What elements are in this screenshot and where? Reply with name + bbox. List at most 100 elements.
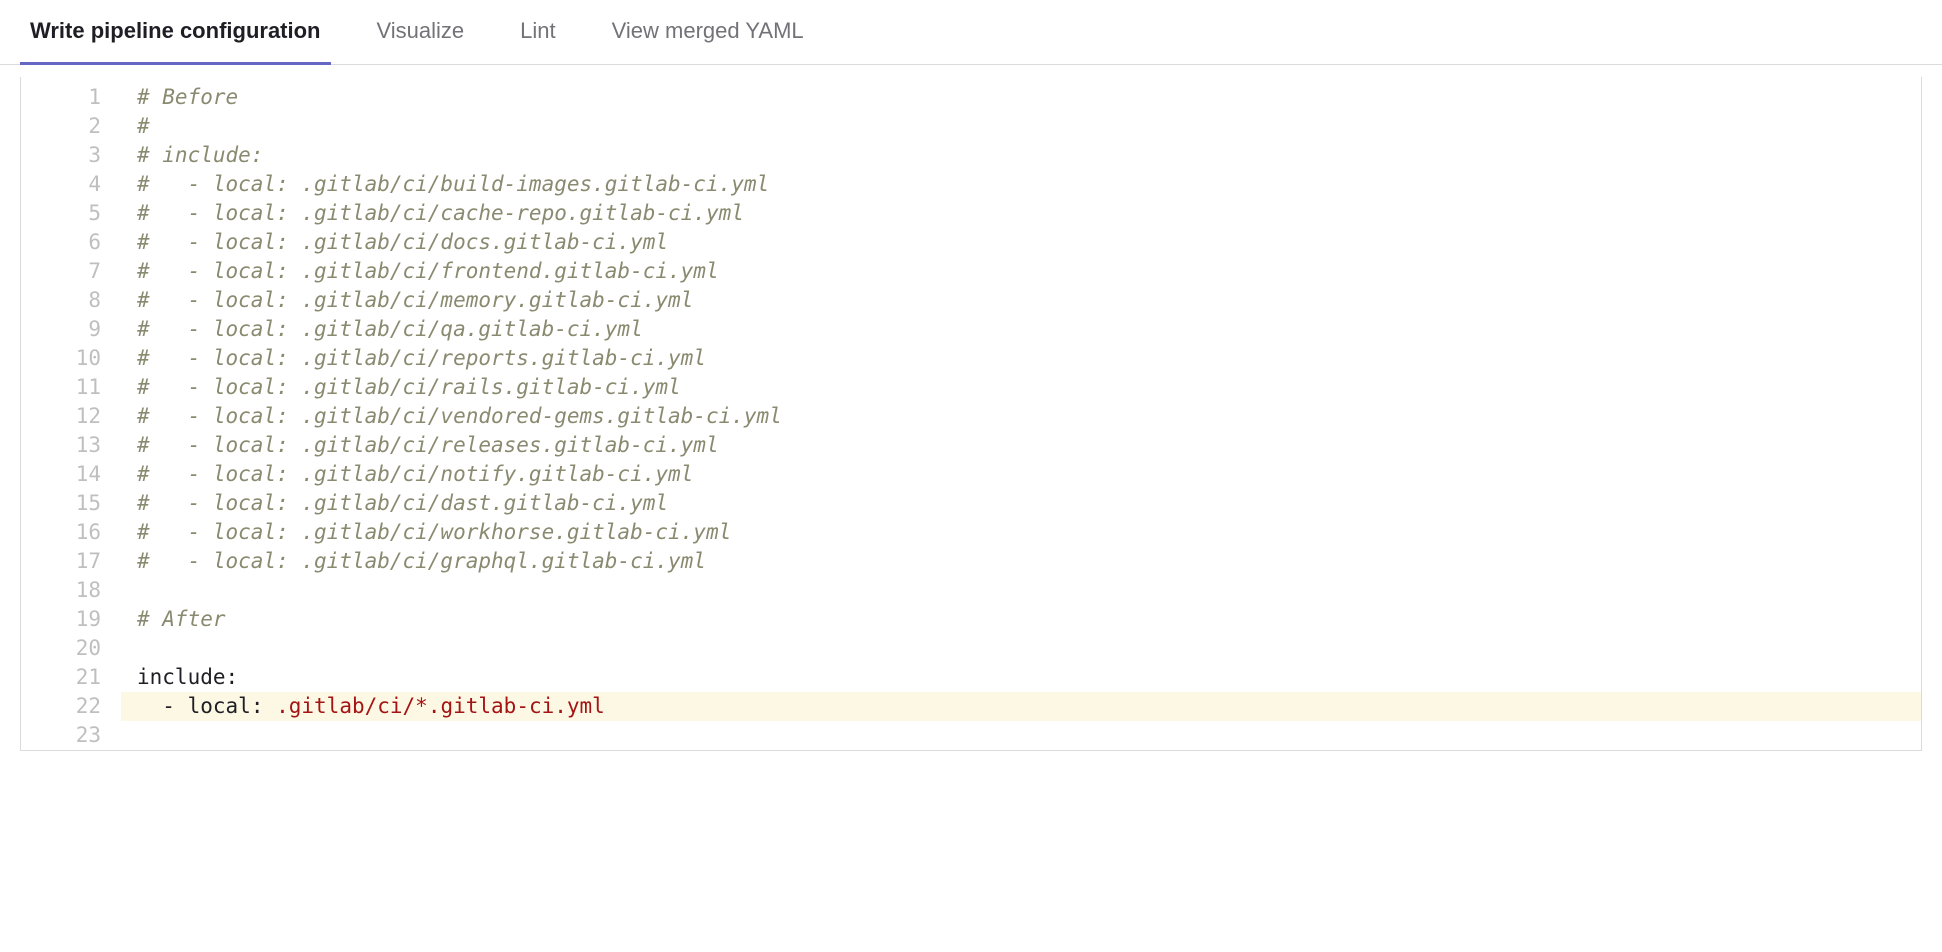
- line-number: 8: [21, 286, 121, 315]
- line-number: 9: [21, 315, 121, 344]
- tab-write-pipeline-configuration[interactable]: Write pipeline configuration: [20, 0, 331, 65]
- code-token: # - local: .gitlab/ci/rails.gitlab-ci.ym…: [137, 375, 681, 399]
- line-number: 11: [21, 373, 121, 402]
- code-line[interactable]: 13 # - local: .gitlab/ci/releases.gitlab-…: [21, 431, 1921, 460]
- line-content[interactable]: # - local: .gitlab/ci/memory.gitlab-ci.y…: [121, 286, 1921, 315]
- code-token: :: [251, 694, 276, 718]
- code-line[interactable]: 12 # - local: .gitlab/ci/vendored-gems.gi…: [21, 402, 1921, 431]
- code-token: #: [137, 114, 150, 138]
- line-number: 13: [21, 431, 121, 460]
- code-token: -: [162, 694, 187, 718]
- code-token: # - local: .gitlab/ci/graphql.gitlab-ci.…: [137, 549, 706, 573]
- code-editor[interactable]: 1# Before2#3# include:4# - local: .gitla…: [20, 77, 1922, 751]
- code-token: # - local: .gitlab/ci/cache-repo.gitlab-…: [137, 201, 744, 225]
- tab-visualize[interactable]: Visualize: [367, 0, 475, 65]
- line-number: 3: [21, 141, 121, 170]
- code-line[interactable]: 14 # - local: .gitlab/ci/notify.gitlab-ci…: [21, 460, 1921, 489]
- code-token: # - local: .gitlab/ci/qa.gitlab-ci.yml: [137, 317, 643, 341]
- line-number: 22: [21, 692, 121, 721]
- code-token: # After: [137, 607, 226, 631]
- line-content[interactable]: # After: [121, 605, 1921, 634]
- code-line[interactable]: 2#: [21, 112, 1921, 141]
- code-line[interactable]: 4 # - local: .gitlab/ci/build-images.gitl…: [21, 170, 1921, 199]
- code-token: :: [226, 665, 239, 689]
- line-number: 20: [21, 634, 121, 663]
- code-token: # - local: .gitlab/ci/dast.gitlab-ci.yml: [137, 491, 668, 515]
- editor-tabs: Write pipeline configuration Visualize Lin…: [0, 0, 1942, 65]
- line-number: 14: [21, 460, 121, 489]
- line-content[interactable]: include:: [121, 663, 1921, 692]
- line-content[interactable]: [121, 634, 1921, 663]
- code-token: # - local: .gitlab/ci/reports.gitlab-ci.…: [137, 346, 706, 370]
- line-number: 4: [21, 170, 121, 199]
- code-token: .gitlab/ci/*.gitlab-ci.yml: [276, 694, 605, 718]
- code-token: # - local: .gitlab/ci/vendored-gems.gitl…: [137, 404, 782, 428]
- line-content[interactable]: #: [121, 112, 1921, 141]
- code-token: # Before: [137, 85, 238, 109]
- code-token: # - local: .gitlab/ci/notify.gitlab-ci.y…: [137, 462, 693, 486]
- line-number: 7: [21, 257, 121, 286]
- line-content[interactable]: # - local: .gitlab/ci/graphql.gitlab-ci.…: [121, 547, 1921, 576]
- code-token: # - local: .gitlab/ci/releases.gitlab-ci…: [137, 433, 719, 457]
- tab-lint[interactable]: Lint: [510, 0, 565, 65]
- line-number: 6: [21, 228, 121, 257]
- line-content[interactable]: # - local: .gitlab/ci/cache-repo.gitlab-…: [121, 199, 1921, 228]
- line-content[interactable]: - local: .gitlab/ci/*.gitlab-ci.yml: [121, 692, 1921, 721]
- line-content[interactable]: # - local: .gitlab/ci/releases.gitlab-ci…: [121, 431, 1921, 460]
- line-number: 1: [21, 83, 121, 112]
- code-line[interactable]: 22 - local: .gitlab/ci/*.gitlab-ci.yml: [21, 692, 1921, 721]
- code-line[interactable]: 3 # include:: [21, 141, 1921, 170]
- code-line[interactable]: 23: [21, 721, 1921, 750]
- line-number: 16: [21, 518, 121, 547]
- code-line[interactable]: 9 # - local: .gitlab/ci/qa.gitlab-ci.yml: [21, 315, 1921, 344]
- line-number: 2: [21, 112, 121, 141]
- code-line[interactable]: 7 # - local: .gitlab/ci/frontend.gitlab-c…: [21, 257, 1921, 286]
- line-number: 15: [21, 489, 121, 518]
- line-content[interactable]: # - local: .gitlab/ci/notify.gitlab-ci.y…: [121, 460, 1921, 489]
- code-line[interactable]: 18: [21, 576, 1921, 605]
- line-number: 18: [21, 576, 121, 605]
- line-content[interactable]: # - local: .gitlab/ci/frontend.gitlab-ci…: [121, 257, 1921, 286]
- line-content[interactable]: # - local: .gitlab/ci/dast.gitlab-ci.yml: [121, 489, 1921, 518]
- line-content[interactable]: # include:: [121, 141, 1921, 170]
- code-line[interactable]: 15 # - local: .gitlab/ci/dast.gitlab-ci.y…: [21, 489, 1921, 518]
- line-number: 21: [21, 663, 121, 692]
- line-content[interactable]: [121, 721, 1921, 750]
- code-line[interactable]: 6 # - local: .gitlab/ci/docs.gitlab-ci.ym…: [21, 228, 1921, 257]
- line-number: 5: [21, 199, 121, 228]
- line-content[interactable]: # - local: .gitlab/ci/rails.gitlab-ci.ym…: [121, 373, 1921, 402]
- line-content[interactable]: # - local: .gitlab/ci/workhorse.gitlab-c…: [121, 518, 1921, 547]
- code-token: [137, 694, 162, 718]
- code-line[interactable]: 11 # - local: .gitlab/ci/rails.gitlab-ci.…: [21, 373, 1921, 402]
- code-token: # - local: .gitlab/ci/workhorse.gitlab-c…: [137, 520, 731, 544]
- tab-view-merged-yaml[interactable]: View merged YAML: [602, 0, 814, 65]
- line-number: 10: [21, 344, 121, 373]
- code-token: # - local: .gitlab/ci/frontend.gitlab-ci…: [137, 259, 719, 283]
- code-token: # - local: .gitlab/ci/memory.gitlab-ci.y…: [137, 288, 693, 312]
- code-line[interactable]: 16 # - local: .gitlab/ci/workhorse.gitlab…: [21, 518, 1921, 547]
- line-number: 12: [21, 402, 121, 431]
- code-token: local: [188, 694, 251, 718]
- code-line[interactable]: 19 # After: [21, 605, 1921, 634]
- code-token: # - local: .gitlab/ci/docs.gitlab-ci.yml: [137, 230, 668, 254]
- code-line[interactable]: 17 # - local: .gitlab/ci/graphql.gitlab-c…: [21, 547, 1921, 576]
- line-number: 19: [21, 605, 121, 634]
- line-content[interactable]: # Before: [121, 83, 1921, 112]
- line-content[interactable]: # - local: .gitlab/ci/build-images.gitla…: [121, 170, 1921, 199]
- code-line[interactable]: 8 # - local: .gitlab/ci/memory.gitlab-ci.…: [21, 286, 1921, 315]
- code-line[interactable]: 5 # - local: .gitlab/ci/cache-repo.gitlab…: [21, 199, 1921, 228]
- line-content[interactable]: # - local: .gitlab/ci/docs.gitlab-ci.yml: [121, 228, 1921, 257]
- line-content[interactable]: # - local: .gitlab/ci/qa.gitlab-ci.yml: [121, 315, 1921, 344]
- code-token: include: [137, 665, 226, 689]
- line-content[interactable]: # - local: .gitlab/ci/reports.gitlab-ci.…: [121, 344, 1921, 373]
- code-token: # include:: [137, 143, 263, 167]
- line-number: 17: [21, 547, 121, 576]
- code-line[interactable]: 20: [21, 634, 1921, 663]
- line-content[interactable]: # - local: .gitlab/ci/vendored-gems.gitl…: [121, 402, 1921, 431]
- code-line[interactable]: 21include:: [21, 663, 1921, 692]
- line-content[interactable]: [121, 576, 1921, 605]
- code-line[interactable]: 10 # - local: .gitlab/ci/reports.gitlab-c…: [21, 344, 1921, 373]
- code-line[interactable]: 1 # Before: [21, 83, 1921, 112]
- code-token: # - local: .gitlab/ci/build-images.gitla…: [137, 172, 769, 196]
- line-number: 23: [21, 721, 121, 750]
